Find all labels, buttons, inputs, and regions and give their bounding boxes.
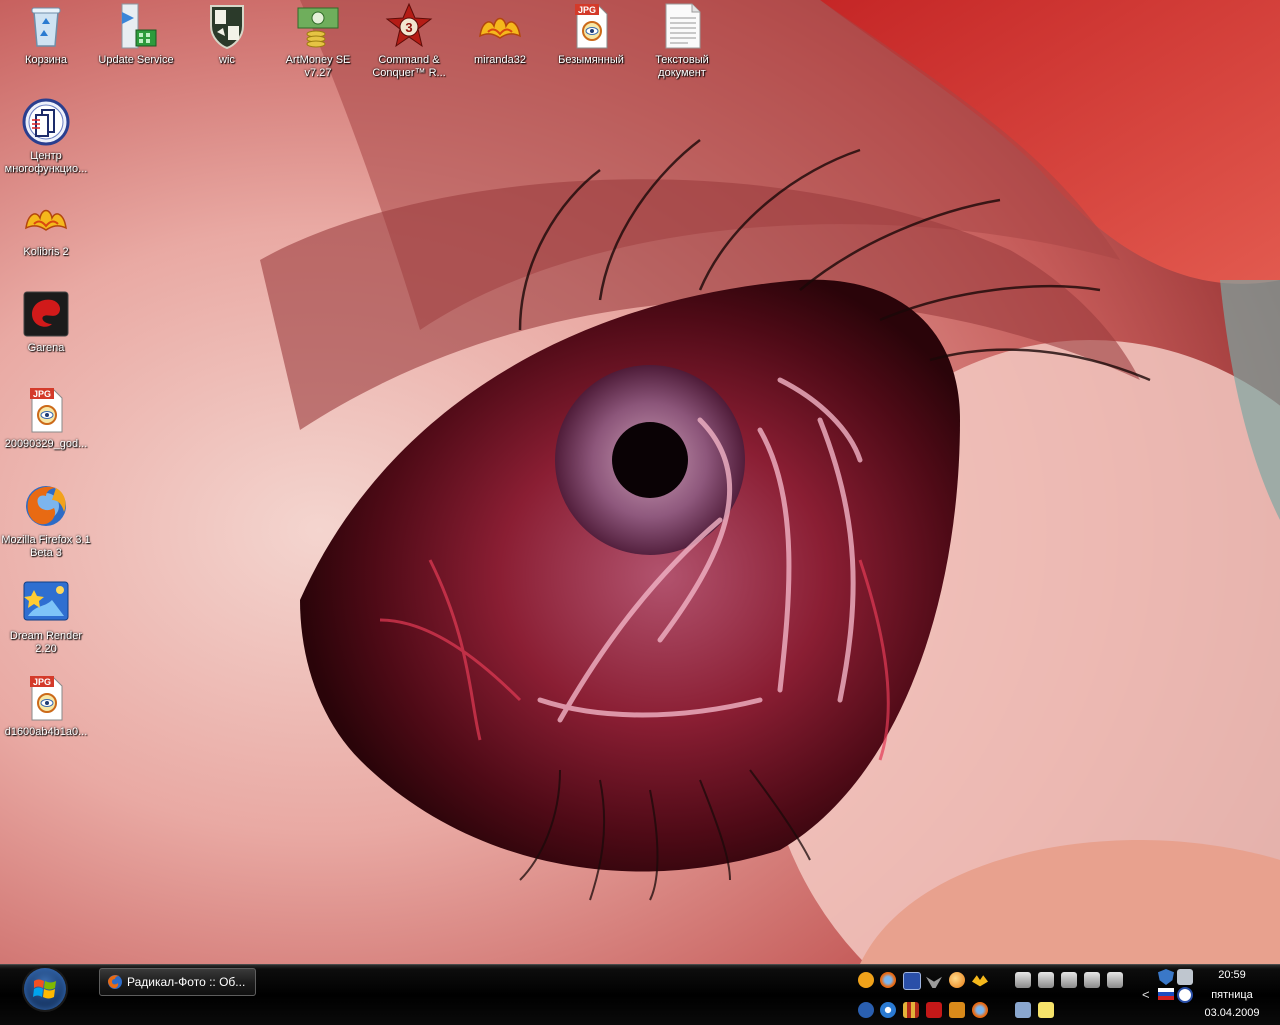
jpg-file-icon-20090329[interactable]: JPG 20090329_god...: [0, 386, 92, 451]
recycle-bin-icon[interactable]: Корзина: [0, 2, 92, 67]
kolibris-flower-icon: [22, 194, 70, 242]
start-button[interactable]: [24, 968, 66, 1010]
bezymyanny-label: Безымянный: [558, 54, 624, 66]
miranda-tray-icon[interactable]: [972, 975, 988, 987]
text-document-file-icon: [658, 2, 706, 50]
command-conquer-star-icon: 3: [385, 2, 433, 50]
svg-text:3: 3: [405, 20, 412, 35]
taskbar: Радикал-Фото :: Об... < 20:59 пятница 03…: [0, 964, 1280, 1025]
winamp-tray-icon[interactable]: [949, 1002, 965, 1018]
jpg-file-icon-d1600ab4[interactable]: JPG d1600ab4b1a0...: [0, 674, 92, 739]
jpg-file-icon-bezymyanny[interactable]: JPG Безымянный: [545, 2, 637, 67]
multifunction-center-icon[interactable]: Центр многофункцио...: [0, 98, 92, 176]
jpg-file-icon: JPG: [22, 674, 70, 722]
garena-logo-icon: [22, 290, 70, 338]
text-document-icon[interactable]: Текстовый документ: [636, 2, 728, 80]
network-tray-icon-1[interactable]: [1015, 972, 1031, 988]
clock-time[interactable]: 20:59: [1197, 969, 1267, 981]
jpg-badge-text: JPG: [33, 677, 51, 687]
security-shield-tray-icon[interactable]: [1158, 969, 1174, 985]
dream-render-label: Dream Render 2.20: [9, 630, 83, 655]
miranda32-icon[interactable]: miranda32: [454, 2, 546, 67]
firefox-desktop-icon[interactable]: Mozilla Firefox 3.1 Beta 3: [0, 482, 92, 560]
ball-tray-icon[interactable]: [949, 972, 965, 988]
multifunction-center-disc-icon: [22, 98, 70, 146]
firefox-tray-icon-2[interactable]: [972, 1002, 988, 1018]
garena-icon[interactable]: Garena: [0, 290, 92, 355]
update-service-icon-glyph: [112, 2, 160, 50]
multifunction-center-label: Центр многофункцио...: [4, 150, 88, 175]
clock-day: пятница: [1211, 989, 1253, 1001]
firefox-tray-icon[interactable]: [880, 972, 896, 988]
windows-logo-icon: [33, 979, 56, 999]
desktop-wallpaper: [0, 0, 1280, 964]
firefox-label: Mozilla Firefox 3.1 Beta 3: [1, 534, 91, 559]
firefox-icon: [22, 482, 70, 530]
network-tray-icon-5[interactable]: [1107, 972, 1123, 988]
text-document-label: Текстовый документ: [655, 54, 709, 79]
compass-tray-icon[interactable]: [880, 1002, 896, 1018]
note-tray-icon[interactable]: [1038, 1002, 1054, 1018]
wic-label: wic: [219, 54, 235, 66]
show-hidden-icons-arrow[interactable]: <: [1142, 987, 1150, 1002]
aim-tray-icon[interactable]: [858, 972, 874, 988]
miranda32-label: miranda32: [474, 54, 526, 66]
dream-render-icon[interactable]: Dream Render 2.20: [0, 578, 92, 656]
jpg-badge-text: JPG: [578, 5, 596, 15]
network-tray-icon-4[interactable]: [1084, 972, 1100, 988]
firefox-icon: [108, 975, 122, 989]
recycle-bin-label: Корзина: [25, 54, 67, 66]
jpg-file-icon: JPG: [567, 2, 615, 50]
flash-tray-icon[interactable]: [926, 1002, 942, 1018]
command-conquer-label: Command & Conquer™ R...: [372, 54, 446, 79]
bird-tray-icon[interactable]: [926, 976, 942, 988]
save-disk-tray-icon[interactable]: [903, 972, 921, 990]
recycle-bin-icon-glyph: [22, 2, 70, 50]
artmoney-money-icon: [294, 2, 342, 50]
command-conquer-icon[interactable]: 3 Command & Conquer™ R...: [363, 2, 455, 80]
taskbar-button-label: Радикал-Фото :: Об...: [127, 975, 246, 989]
jpg-20090329-label: 20090329_god...: [4, 438, 88, 450]
monitor-tray-icon[interactable]: [1177, 969, 1193, 985]
wic-shield-icon: [203, 2, 251, 50]
grid-tray-icon[interactable]: [903, 1002, 919, 1018]
paint-tray-icon[interactable]: [858, 1002, 874, 1018]
update-service-label: Update Service: [98, 54, 174, 66]
kolibris-icon[interactable]: Kolibris 2: [0, 194, 92, 259]
clock-date: 03.04.2009: [1204, 1007, 1260, 1019]
network-tray-icon-2[interactable]: [1038, 972, 1054, 988]
update-service-icon[interactable]: Update Service: [90, 2, 182, 67]
jpg-d1600ab4-label: d1600ab4b1a0...: [4, 726, 88, 738]
kolibris-label: Kolibris 2: [23, 246, 69, 258]
language-flag-icon[interactable]: [1158, 988, 1174, 1000]
taskbar-button-firefox[interactable]: Радикал-Фото :: Об...: [99, 968, 256, 996]
jpg-badge-text: JPG: [33, 389, 51, 399]
miranda-flower-icon: [476, 2, 524, 50]
jpg-file-icon: JPG: [22, 386, 70, 434]
calc-tray-icon[interactable]: [1015, 1002, 1031, 1018]
wic-icon[interactable]: wic: [181, 2, 273, 67]
language-indicator-icon[interactable]: [1177, 987, 1193, 1003]
artmoney-label: ArtMoney SE v7.27: [285, 54, 351, 79]
network-tray-icon-3[interactable]: [1061, 972, 1077, 988]
artmoney-icon[interactable]: ArtMoney SE v7.27: [272, 2, 364, 80]
dream-render-logo-icon: [22, 578, 70, 626]
garena-label: Garena: [27, 342, 65, 354]
